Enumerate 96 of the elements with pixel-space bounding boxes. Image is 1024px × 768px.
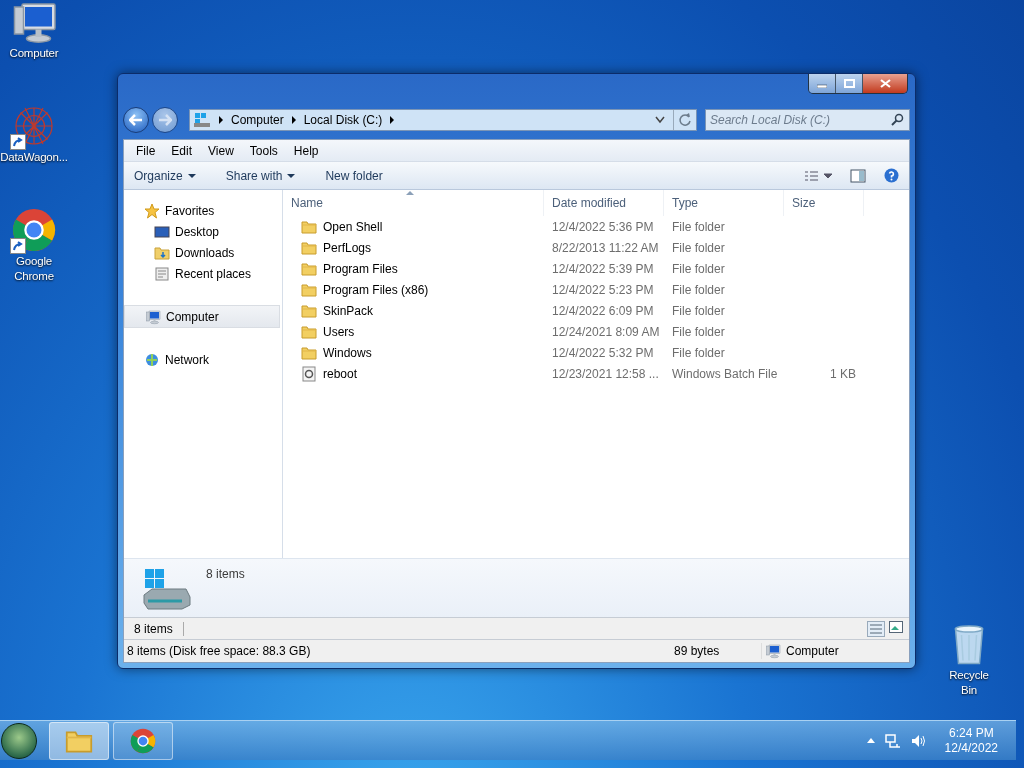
toolbar-button[interactable]: Organize bbox=[134, 168, 196, 183]
folder-icon bbox=[301, 239, 317, 256]
column-header[interactable]: Name bbox=[283, 190, 544, 216]
type-cell-text: File folder bbox=[671, 219, 726, 234]
arrow-left-icon bbox=[129, 114, 143, 126]
desktop-icon-label[interactable]: DataWagon... bbox=[0, 150, 68, 165]
menu-item[interactable]: Help bbox=[285, 143, 327, 158]
file-name[interactable]: Users bbox=[283, 323, 544, 340]
close-button[interactable] bbox=[863, 74, 907, 93]
tiles-view-icon[interactable] bbox=[889, 620, 903, 633]
sidebar-item[interactable]: Recent places bbox=[124, 263, 282, 284]
sidebar-item[interactable]: Computer bbox=[124, 305, 280, 328]
star-icon bbox=[144, 202, 160, 219]
date-cell-text: 12/4/2022 5:23 PM bbox=[551, 282, 655, 297]
desktop-icon-label[interactable]: Google Chrome bbox=[14, 254, 54, 284]
drive-icon bbox=[193, 112, 211, 128]
file-name[interactable]: PerfLogs bbox=[283, 239, 544, 256]
gear-file-icon bbox=[301, 365, 317, 382]
date-cell-text: 12/24/2021 8:09 AM bbox=[551, 324, 661, 339]
breadcrumb[interactable]: Computer bbox=[231, 113, 284, 127]
folder-icon bbox=[301, 344, 317, 361]
type-cell-text: File folder bbox=[671, 282, 726, 297]
menu-item[interactable]: View bbox=[200, 143, 242, 158]
view-options-icon[interactable] bbox=[804, 169, 832, 182]
type-cell-text: File folder bbox=[671, 240, 726, 255]
item-count: 8 items bbox=[206, 567, 245, 583]
file-name[interactable]: Open Shell bbox=[283, 218, 544, 235]
download-folder-icon bbox=[154, 244, 170, 261]
type-cell-text: File folder bbox=[671, 345, 726, 360]
globe-icon bbox=[144, 351, 160, 368]
folder-icon bbox=[301, 302, 317, 319]
file-name[interactable]: Program Files bbox=[283, 260, 544, 277]
close-icon bbox=[879, 79, 891, 88]
desktop-icon-label[interactable]: Computer bbox=[9, 46, 59, 61]
forward-button[interactable] bbox=[152, 107, 178, 133]
taskbar-button[interactable] bbox=[113, 721, 173, 760]
search-icon[interactable] bbox=[890, 113, 906, 127]
date-cell-text: 12/4/2022 5:32 PM bbox=[551, 345, 655, 360]
status-text: Computer bbox=[786, 644, 839, 658]
folder-icon bbox=[301, 281, 317, 298]
toolbar-button[interactable]: Share with bbox=[225, 168, 296, 183]
show-hidden-icons-icon[interactable] bbox=[866, 738, 875, 743]
start-button[interactable] bbox=[1, 722, 37, 759]
folder-icon bbox=[301, 218, 317, 235]
drive-icon bbox=[142, 567, 192, 611]
desktop-icon-label[interactable]: Recycle Bin bbox=[949, 668, 989, 698]
sidebar-item[interactable]: Network bbox=[124, 349, 282, 370]
clock[interactable]: 6:24 PM 12/4/2022 bbox=[944, 725, 998, 756]
preview-pane-icon[interactable] bbox=[850, 168, 866, 183]
type-cell-text: File folder bbox=[671, 324, 726, 339]
type-cell-text: File folder bbox=[671, 303, 726, 318]
type-cell-text: File folder bbox=[671, 261, 726, 276]
volume-icon[interactable] bbox=[910, 733, 927, 748]
computer-icon bbox=[145, 308, 161, 325]
sidebar-item[interactable]: Desktop bbox=[124, 221, 282, 242]
sidebar-item[interactable]: Downloads bbox=[124, 242, 282, 263]
date-cell-text: 8/22/2013 11:22 AM bbox=[551, 240, 660, 255]
file-name[interactable]: reboot bbox=[283, 365, 544, 382]
minimize-button[interactable] bbox=[809, 74, 836, 93]
date-cell-text: 12/4/2022 5:39 PM bbox=[551, 261, 655, 276]
size-cell-text: 1 KB bbox=[829, 366, 857, 381]
chrome-icon bbox=[129, 726, 157, 755]
arrow-right-icon bbox=[158, 114, 172, 126]
file-name[interactable]: Windows bbox=[283, 344, 544, 361]
status-text: 89 bytes bbox=[673, 644, 721, 658]
menu-item[interactable]: Tools bbox=[241, 143, 286, 158]
toolbar-button[interactable]: New folder bbox=[325, 168, 383, 183]
chrome-icon bbox=[10, 206, 58, 254]
file-name[interactable]: SkinPack bbox=[283, 302, 544, 319]
menu-item[interactable]: Edit bbox=[163, 143, 201, 158]
chevron-down-icon[interactable] bbox=[655, 116, 665, 124]
file-name[interactable]: Program Files (x86) bbox=[283, 281, 544, 298]
folder-icon bbox=[301, 323, 317, 340]
menu-item[interactable]: File bbox=[128, 143, 164, 158]
status-text: 8 items bbox=[124, 621, 184, 636]
date-cell-text: 12/4/2022 5:36 PM bbox=[551, 219, 655, 234]
network-icon[interactable] bbox=[884, 733, 901, 748]
search-field[interactable]: Search Local Disk (C:) bbox=[705, 109, 910, 131]
maximize-icon bbox=[843, 79, 855, 88]
column-header[interactable]: Size bbox=[784, 190, 864, 216]
sidebar-item[interactable]: Favorites bbox=[124, 200, 282, 221]
back-button[interactable] bbox=[123, 107, 149, 133]
breadcrumb[interactable]: Local Disk (C:) bbox=[303, 113, 383, 127]
maximize-button[interactable] bbox=[836, 74, 863, 93]
column-header[interactable]: Type bbox=[664, 190, 784, 216]
column-header[interactable]: Date modified bbox=[544, 190, 664, 216]
folder-icon bbox=[301, 260, 317, 277]
address-bar[interactable]: Computer Local Disk (C:) bbox=[189, 109, 697, 131]
date-cell-text: 12/4/2022 6:09 PM bbox=[551, 303, 655, 318]
computer-icon bbox=[765, 643, 781, 659]
monitor-icon bbox=[154, 223, 170, 240]
date-cell-text: 12/23/2021 12:58 ... bbox=[551, 366, 660, 381]
help-icon[interactable] bbox=[884, 168, 899, 183]
document-icon bbox=[154, 265, 170, 282]
type-cell-text: Windows Batch File bbox=[671, 366, 779, 381]
status-text: 8 items (Disk free space: 88.3 GB) bbox=[126, 644, 312, 658]
